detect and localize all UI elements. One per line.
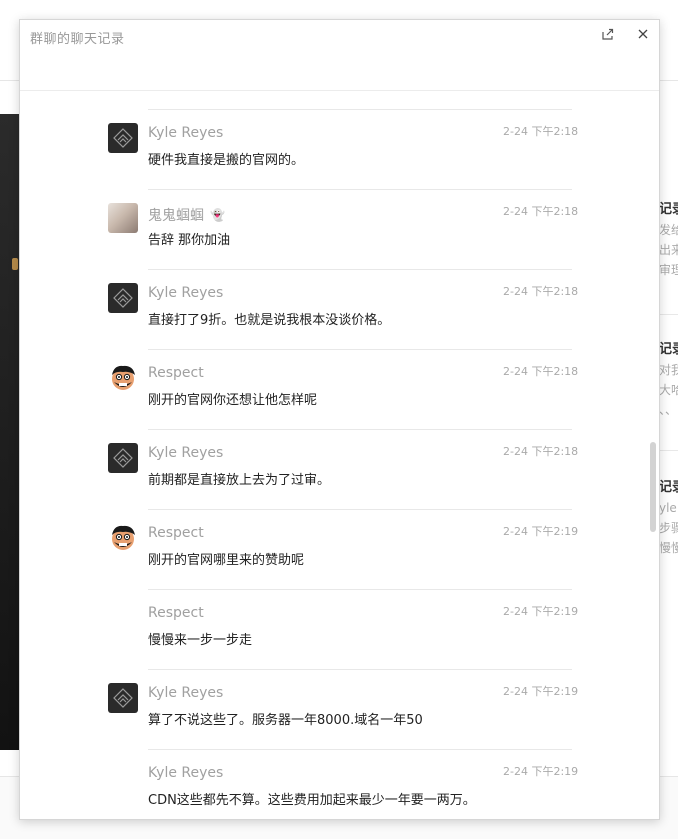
message-item: Respect 2-24 下午2:19 刚开的官网哪里来的赞助呢 (20, 509, 659, 589)
sender-name[interactable]: Respect (148, 525, 204, 541)
logo-icon (113, 448, 133, 468)
message-time: 2-24 下午2:18 (503, 125, 579, 138)
message-item: Kyle Reyes 2-24 下午2:18 直接打了9折。也就是说我根本没谈价… (20, 269, 659, 349)
message-list[interactable]: Kyle Reyes 2-24 下午2:18 硬件我直接是搬的官网的。 鬼鬼蝈蝈… (20, 90, 659, 819)
message-item: Kyle Reyes 2-24 下午2:19 CDN这些都先不算。这些费用加起来… (20, 749, 659, 819)
message-item: 鬼鬼蝈蝈 👻 2-24 下午2:18 告辞 那你加油 (20, 189, 659, 269)
sender-name[interactable]: Respect (148, 605, 204, 621)
background-dark-marker (12, 258, 18, 270)
message-divider (148, 669, 572, 670)
ghost-emoji-icon: 👻 (210, 208, 225, 222)
message-divider (148, 349, 572, 350)
message-divider (148, 509, 572, 510)
ghost-avatar[interactable] (108, 203, 138, 233)
sender-name-text: 鬼鬼蝈蝈 (148, 208, 204, 224)
share-button[interactable] (600, 26, 616, 42)
sender-name[interactable]: Kyle Reyes (148, 765, 223, 781)
sender-name[interactable]: Respect (148, 365, 204, 381)
cartoon-face-icon (112, 525, 135, 550)
kyle-avatar[interactable] (108, 683, 138, 713)
cartoon-face-icon (112, 365, 135, 390)
message-divider (148, 189, 572, 190)
background-right-item[interactable]: 记录 对我 大哈 、、 (659, 340, 678, 420)
message-item: Kyle Reyes 2-24 下午2:18 硬件我直接是搬的官网的。 (20, 109, 659, 189)
respect-avatar[interactable] (108, 523, 138, 553)
respect-avatar[interactable] (108, 363, 138, 393)
scrollbar[interactable] (649, 90, 657, 819)
share-icon (602, 28, 614, 40)
message-time: 2-24 下午2:19 (503, 525, 579, 538)
message-item: Respect 2-24 下午2:19 慢慢来一步一步走 (20, 589, 659, 669)
close-button[interactable] (635, 26, 651, 42)
message-divider (148, 109, 572, 110)
message-time: 2-24 下午2:19 (503, 605, 579, 618)
background-right-item[interactable]: 记录 发给 出来 审理 (659, 200, 678, 280)
message-time: 2-24 下午2:19 (503, 765, 579, 778)
kyle-avatar[interactable] (108, 123, 138, 153)
window-title: 群聊的聊天记录 (30, 32, 125, 47)
background-right-divider (659, 314, 678, 315)
message-text: 慢慢来一步一步走 (148, 633, 253, 648)
logo-icon (113, 688, 133, 708)
message-time: 2-24 下午2:18 (503, 445, 579, 458)
message-time: 2-24 下午2:18 (503, 285, 579, 298)
message-time: 2-24 下午2:19 (503, 685, 579, 698)
sender-name[interactable]: Kyle Reyes (148, 125, 223, 141)
background-right-item[interactable]: 记录 yle I 步骤 慢慢 (659, 478, 678, 558)
message-text: 直接打了9折。也就是说我根本没谈价格。 (148, 313, 391, 328)
message-divider (148, 749, 572, 750)
sender-name[interactable]: Kyle Reyes (148, 685, 223, 701)
chat-history-window: 群聊的聊天记录 Kyle Reyes 2-24 下午2:18 硬件我直接是搬的官… (19, 19, 660, 820)
message-time: 2-24 下午2:18 (503, 205, 579, 218)
message-text: 告辞 那你加油 (148, 233, 231, 248)
message-text: 硬件我直接是搬的官网的。 (148, 153, 305, 168)
kyle-avatar[interactable] (108, 283, 138, 313)
message-item: Kyle Reyes 2-24 下午2:18 前期都是直接放上去为了过审。 (20, 429, 659, 509)
message-divider (148, 589, 572, 590)
window-header: 群聊的聊天记录 (20, 20, 659, 91)
message-text: 刚开的官网哪里来的赞助呢 (148, 553, 305, 568)
message-text: 算了不说这些了。服务器一年8000.域名一年50 (148, 713, 423, 728)
close-icon (638, 29, 648, 39)
message-item: Respect 2-24 下午2:18 刚开的官网你还想让他怎样呢 (20, 349, 659, 429)
background-right-divider (659, 450, 678, 451)
logo-icon (113, 288, 133, 308)
message-divider (148, 429, 572, 430)
sender-name[interactable]: 鬼鬼蝈蝈 👻 (148, 205, 225, 225)
message-text: 刚开的官网你还想让他怎样呢 (148, 393, 318, 408)
kyle-avatar[interactable] (108, 443, 138, 473)
logo-icon (113, 128, 133, 148)
message-item: Kyle Reyes 2-24 下午2:19 算了不说这些了。服务器一年8000… (20, 669, 659, 749)
sender-name[interactable]: Kyle Reyes (148, 445, 223, 461)
message-text: 前期都是直接放上去为了过审。 (148, 473, 331, 488)
sender-name[interactable]: Kyle Reyes (148, 285, 223, 301)
message-divider (148, 269, 572, 270)
background-right-panel: 记录 发给 出来 审理 记录 对我 大哈 、、 记录 yle I 步骤 慢慢 (658, 114, 678, 594)
message-text: CDN这些都先不算。这些费用加起来最少一年要一两万。 (148, 793, 476, 808)
scrollbar-thumb[interactable] (650, 442, 656, 532)
message-time: 2-24 下午2:18 (503, 365, 579, 378)
